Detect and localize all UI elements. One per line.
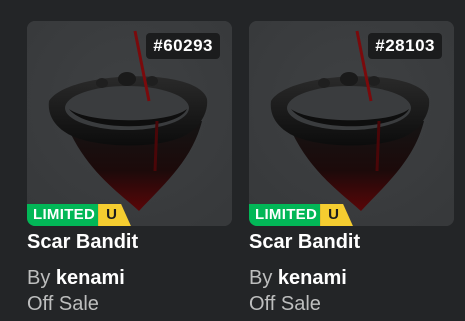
- unique-label: U: [320, 204, 353, 226]
- item-thumbnail[interactable]: #28103 LIMITED U: [249, 21, 454, 226]
- serial-number-tag: #60293: [146, 33, 220, 59]
- serial-number-tag: #28103: [368, 33, 442, 59]
- limited-unique-badge: LIMITED U: [249, 204, 353, 226]
- item-name[interactable]: Scar Bandit: [27, 230, 232, 254]
- by-label: By: [249, 267, 273, 289]
- item-card[interactable]: #28103 LIMITED U Scar Bandit By kenami O…: [249, 21, 454, 316]
- by-label: By: [27, 267, 51, 289]
- unique-label: U: [98, 204, 131, 226]
- creator-link[interactable]: kenami: [56, 267, 125, 289]
- item-name[interactable]: Scar Bandit: [249, 230, 454, 254]
- item-thumbnail[interactable]: #60293 LIMITED U: [27, 21, 232, 226]
- item-card[interactable]: #60293 LIMITED U Scar Bandit By kenami O…: [27, 21, 232, 316]
- item-price: Off Sale: [249, 293, 321, 315]
- limited-label: LIMITED: [249, 204, 321, 226]
- catalog-grid: #60293 LIMITED U Scar Bandit By kenami O…: [0, 0, 465, 321]
- limited-label: LIMITED: [27, 204, 99, 226]
- item-price: Off Sale: [27, 293, 99, 315]
- creator-link[interactable]: kenami: [278, 267, 347, 289]
- item-creator: By kenami: [27, 266, 232, 290]
- limited-unique-badge: LIMITED U: [27, 204, 131, 226]
- item-creator: By kenami: [249, 266, 454, 290]
